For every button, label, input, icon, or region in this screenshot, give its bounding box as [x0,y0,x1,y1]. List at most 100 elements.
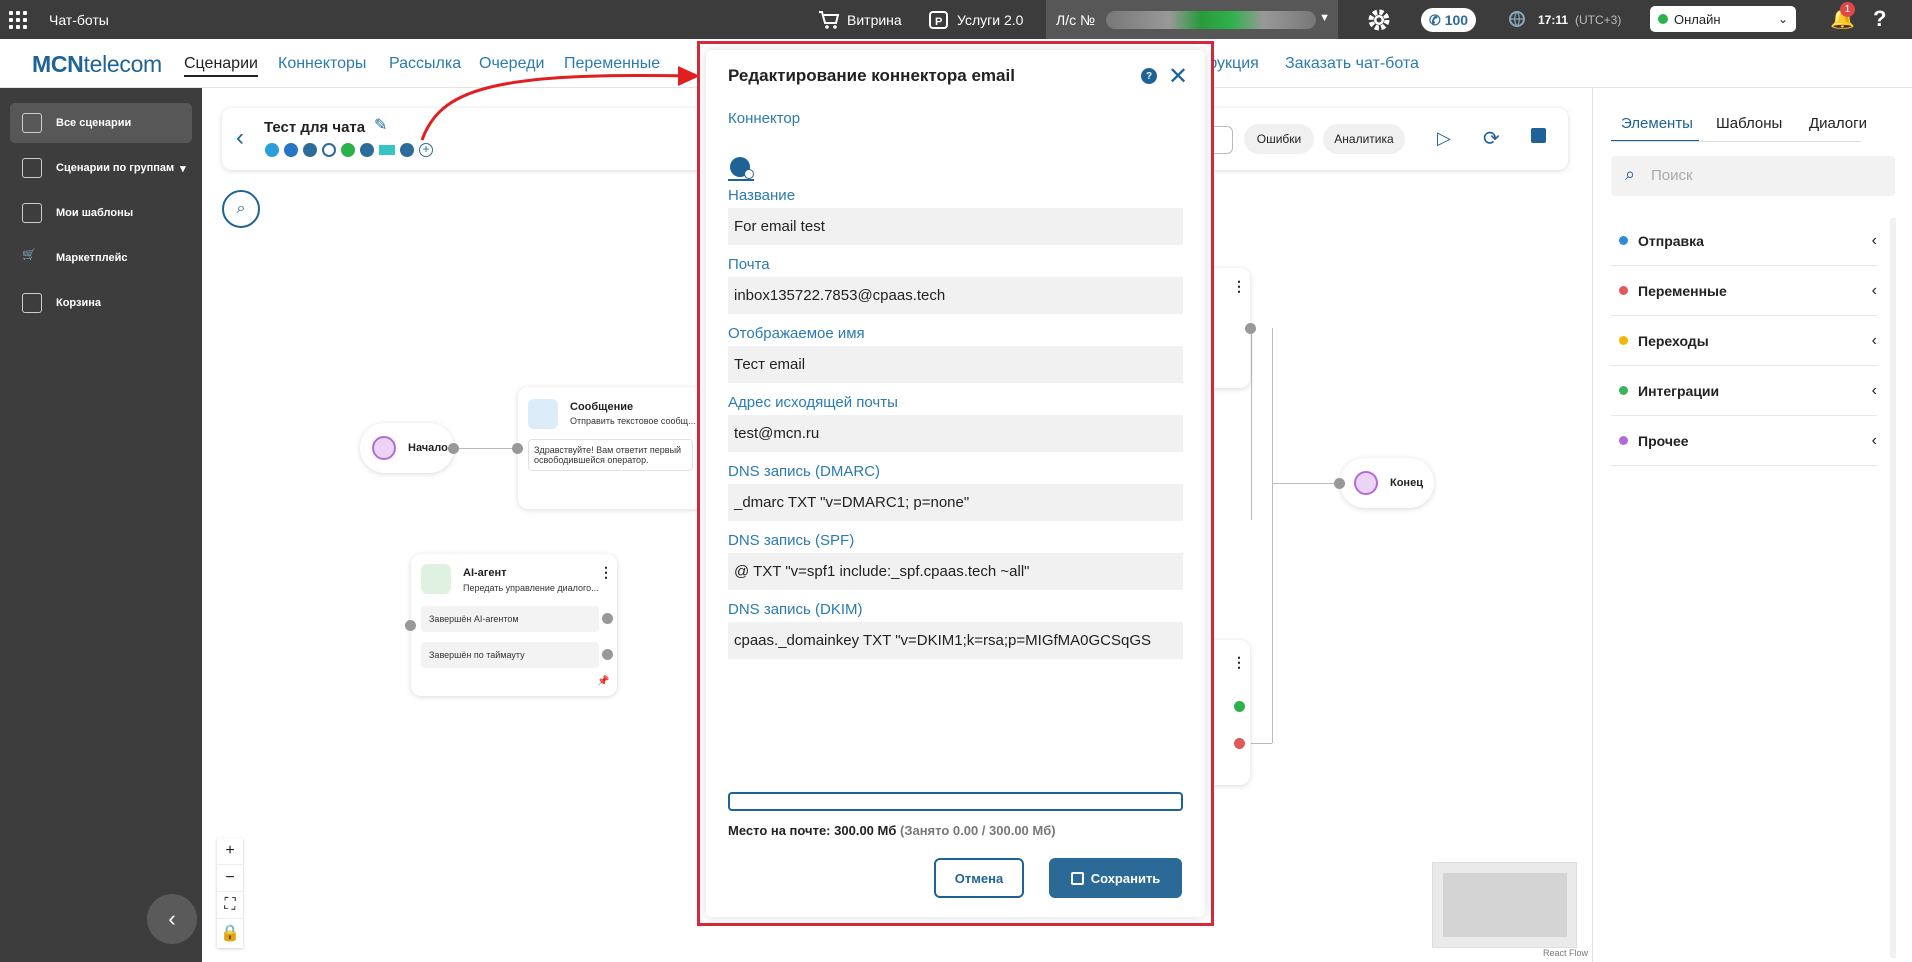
clock-timezone: (UTC+3) [1575,13,1622,27]
search-canvas-button[interactable]: ⌕ [222,190,260,228]
connector-email-option[interactable] [728,155,754,181]
more-menu-icon[interactable]: ⋮ [1232,654,1246,671]
refresh-icon[interactable]: ⟳ [1483,126,1500,151]
sidebar-item-trash[interactable]: Корзина [10,283,192,323]
sidebar-item-my-templates[interactable]: Мои шаблоны [10,193,192,233]
cancel-button[interactable]: Отмена [934,858,1024,898]
play-icon[interactable]: ▷ [1437,128,1451,149]
nav-connectors[interactable]: Коннекторы [278,55,366,73]
tab-dialogs[interactable]: Диалоги [1809,115,1867,132]
node-port[interactable] [602,649,613,660]
outgoing-address-field[interactable]: test@mcn.ru [728,415,1183,452]
calls-counter[interactable]: ✆ 100 [1421,8,1476,32]
node-port[interactable] [602,613,613,624]
display-name-field[interactable]: Тест email [728,346,1183,383]
node-port[interactable] [448,443,459,454]
node-port[interactable] [1234,701,1245,712]
sidebar-item-marketplace[interactable]: 🛒 Маркетплейс [10,238,192,278]
edit-pencil-icon[interactable]: ✎ [374,115,387,135]
mail-field[interactable]: inbox135722.7853@cpaas.tech [728,277,1183,314]
chevron-left-icon: ‹ [1871,431,1877,449]
category-send[interactable]: Отправка ‹ [1611,216,1877,266]
field-label-spf: DNS запись (SPF) [728,532,855,549]
close-icon[interactable]: ✕ [1168,62,1188,91]
collapse-sidebar-button[interactable]: ‹ [147,894,197,944]
node-end-label: Конец [1390,477,1423,489]
template-icon [22,203,42,223]
gear-icon[interactable] [1367,8,1391,32]
nav-order-bot[interactable]: Заказать чат-бота [1285,55,1419,73]
services-label: Услуги 2.0 [957,12,1024,28]
chevron-down-icon: ⌄ [1777,12,1788,26]
help-icon[interactable]: ? [1141,68,1157,84]
notifications-button[interactable]: 🔔 1 [1830,2,1855,31]
node-port[interactable] [405,620,416,631]
cart-icon [819,11,840,29]
sidebar-item-scenario-groups[interactable]: Сценарии по группам ▾ [10,148,192,188]
category-label: Переменные [1638,282,1727,299]
showcase-link[interactable]: Витрина [818,10,902,30]
sidebar-item-all-scenarios[interactable]: Все сценарии [10,103,192,143]
pin-icon[interactable]: 📌 [597,676,609,687]
save-button[interactable]: Сохранить [1049,858,1182,898]
node-port[interactable] [512,443,523,454]
dkim-field[interactable]: cpaas._domainkey TXT "v=DKIM1;k=rsa;p=MI… [728,622,1183,659]
channel-icons: + [265,143,433,157]
category-other[interactable]: Прочее ‹ [1611,416,1877,466]
node-port[interactable] [1334,478,1345,489]
node-end[interactable]: Конец [1340,458,1434,508]
tab-templates[interactable]: Шаблоны [1716,115,1782,132]
messenger-icon [360,143,374,157]
node-start[interactable]: Начало [360,423,454,473]
category-variables[interactable]: Переменные ‹ [1611,266,1877,316]
lock-icon[interactable] [1531,128,1546,143]
share-icon [322,143,336,157]
zoom-out-icon[interactable]: − [217,865,243,892]
caret-down-icon: ▾ [180,162,186,175]
search-input[interactable]: ⌕ Поиск [1611,156,1895,196]
save-icon [1070,871,1084,885]
node-port[interactable] [1234,738,1245,749]
apps-grid-icon[interactable] [9,11,27,29]
dmarc-field[interactable]: _dmarc TXT "v=DMARC1; p=none" [728,484,1183,521]
fit-view-icon[interactable]: ⛶ [217,892,243,919]
status-select[interactable]: Онлайн ⌄ [1650,6,1796,32]
account-select[interactable]: Л/с № ▼ [1046,0,1338,39]
lock-icon[interactable]: 🔒 [217,919,243,946]
node-message[interactable]: Сообщение Отправить текстовое сообщ... З… [518,387,703,509]
scrollbar[interactable] [1890,218,1896,958]
scenario-title: Тест для чата [264,119,366,136]
showcase-label: Витрина [847,12,902,28]
node-ai-option: Завершён AI-агентом [421,606,599,632]
react-flow-attribution[interactable]: React Flow [1543,948,1588,958]
services-link[interactable]: P Услуги 2.0 [928,10,1023,30]
vk-icon [284,143,298,157]
category-integrations[interactable]: Интеграции ‹ [1611,366,1877,416]
category-dot [1619,236,1628,245]
errors-button[interactable]: Ошибки [1244,124,1314,154]
nav-scenarios[interactable]: Сценарии [184,55,258,77]
zoom-in-icon[interactable]: + [217,838,243,865]
node-ai-title: AI-агент [463,567,507,579]
mail-quota-bar [728,792,1183,811]
node-ai-agent[interactable]: AI-агент Передать управление диалого... … [411,554,617,696]
back-arrow-icon[interactable]: ‹ [236,124,244,152]
minimap[interactable] [1432,862,1577,948]
tab-elements[interactable]: Элементы [1621,115,1693,132]
list-icon [22,113,42,133]
more-menu-icon[interactable]: ⋮ [1232,278,1246,295]
quota-value: 300.00 Мб [834,823,897,838]
node-port[interactable] [1245,323,1256,334]
phone-icon: ✆ [1428,11,1441,28]
category-label: Переходы [1638,332,1709,349]
node-message-sub: Отправить текстовое сообщ... [570,416,696,426]
analytics-button[interactable]: Аналитика [1323,124,1405,154]
chevron-left-icon: ‹ [1871,281,1877,299]
help-icon[interactable]: ? [1873,6,1886,32]
more-menu-icon[interactable]: ⋮ [599,564,613,581]
category-transitions[interactable]: Переходы ‹ [1611,316,1877,366]
spf-field[interactable]: @ TXT "v=spf1 include:_spf.cpaas.tech ~a… [728,553,1183,590]
name-field[interactable]: For email test [728,208,1183,245]
trash-icon [22,293,42,313]
services-icon: P [929,11,948,29]
